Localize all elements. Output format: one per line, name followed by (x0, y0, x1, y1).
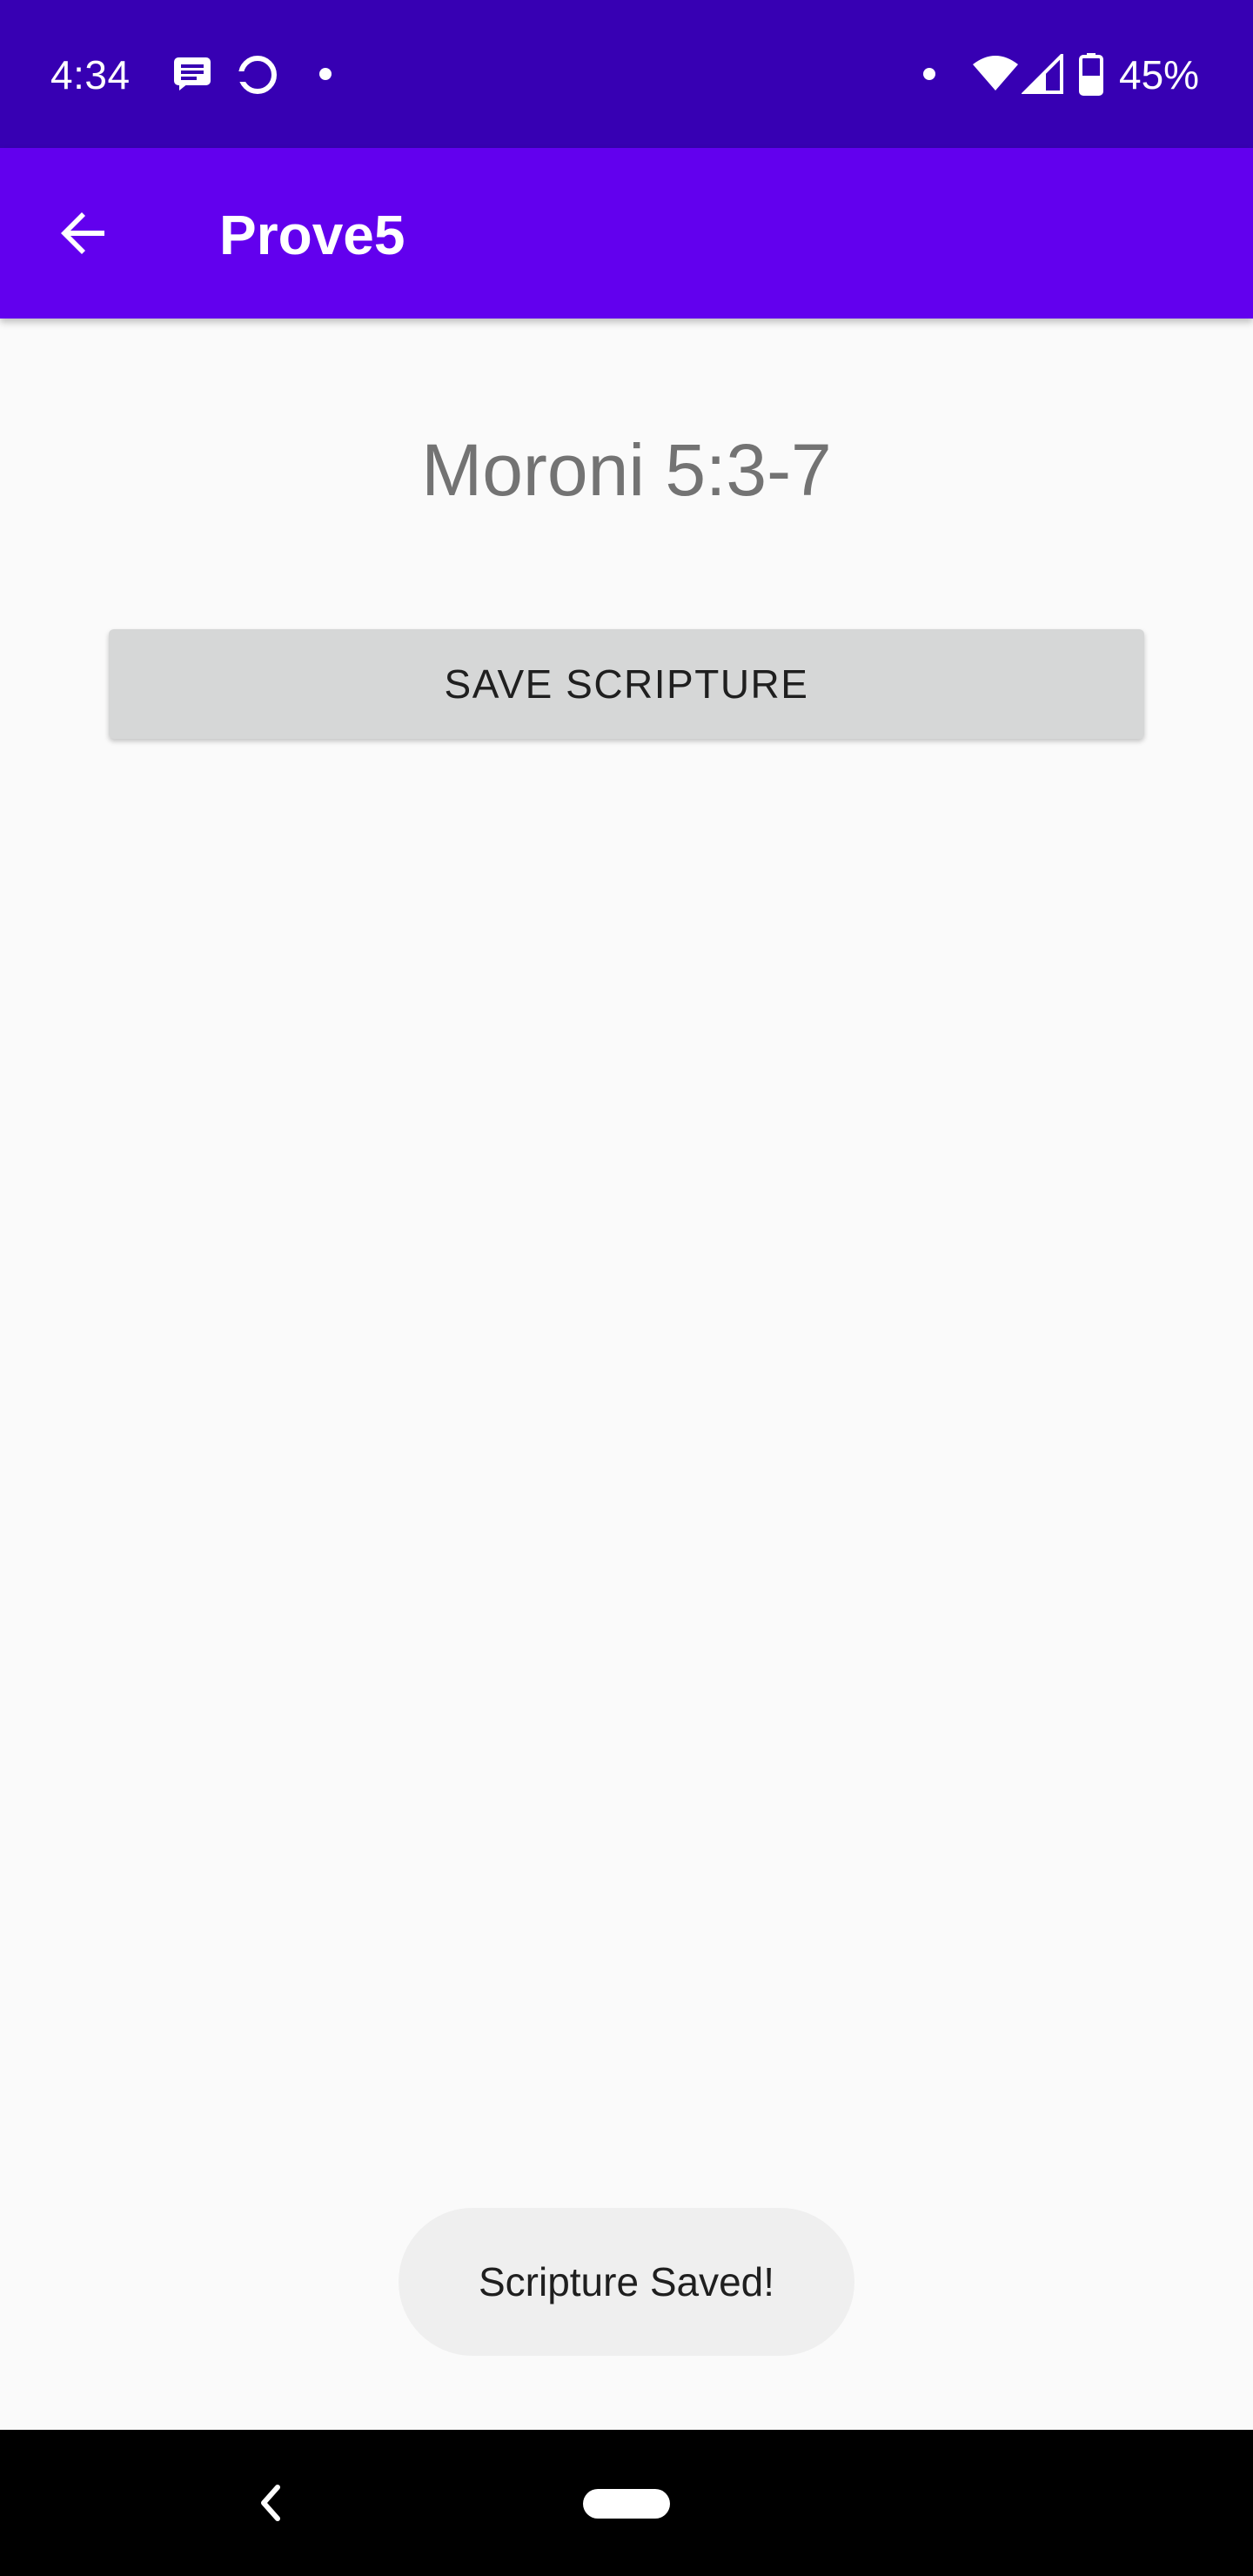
page-title: Prove5 (219, 204, 405, 266)
circle-app-icon (238, 56, 277, 94)
status-time: 4:34 (50, 52, 131, 97)
wifi-icon (973, 56, 1018, 91)
battery-icon (1079, 53, 1103, 96)
system-nav-bar (0, 2430, 1253, 2576)
nav-back-button[interactable] (249, 2468, 291, 2538)
cell-signal-icon (1022, 54, 1063, 94)
message-notification-icon (174, 57, 211, 91)
nav-back-icon (261, 2485, 280, 2521)
save-scripture-button[interactable]: SAVE SCRIPTURE (109, 629, 1144, 739)
toast-message: Scripture Saved! (399, 2208, 854, 2356)
screen: 4:34 45% Prove5 Moroni 5:3-7 SAVE SCRIPT… (0, 0, 1253, 2576)
dot-icon (923, 68, 935, 80)
back-button[interactable] (42, 191, 125, 275)
home-pill-icon[interactable] (583, 2489, 670, 2519)
app-bar: Prove5 (0, 148, 1253, 319)
dot-icon (319, 68, 332, 80)
toast-text: Scripture Saved! (478, 2259, 775, 2304)
arrow-back-icon (61, 212, 104, 254)
status-bar: 4:34 45% (0, 0, 1253, 148)
save-scripture-button-label: SAVE SCRIPTURE (444, 661, 809, 707)
battery-percentage: 45% (1119, 52, 1200, 97)
scripture-reference: Moroni 5:3-7 (421, 429, 832, 511)
